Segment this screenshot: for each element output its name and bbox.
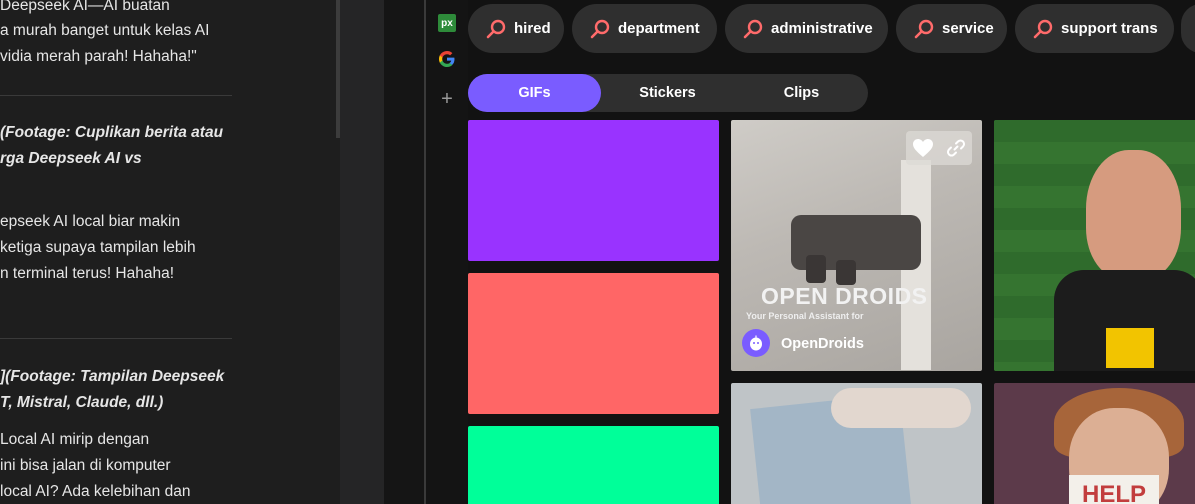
search-chip-service[interactable]: service [896, 4, 1007, 53]
search-icon [486, 19, 506, 38]
media-type-tabs: GIFs Stickers Clips [468, 74, 868, 112]
article-divider [0, 338, 232, 339]
search-chip-overflow[interactable] [1181, 4, 1195, 53]
article-line: a murah banget untuk kelas AI [0, 22, 210, 39]
gif-result-placeholder[interactable] [468, 426, 719, 504]
article-line: (Footage: Cuplikan berita atau [0, 124, 224, 141]
gif-scene-element [1086, 150, 1181, 280]
gif-owner-name[interactable]: OpenDroids [781, 336, 864, 352]
window-gap [384, 0, 426, 504]
tab-gifs[interactable]: GIFs [468, 74, 601, 112]
gif-brand-tagline: Your Personal Assistant for [746, 311, 864, 321]
chip-label: department [618, 20, 700, 37]
chip-label: support trans [1061, 20, 1158, 37]
gif-scene-element [1106, 328, 1154, 368]
gif-result-help-sign[interactable]: HELP [994, 383, 1195, 504]
droid-avatar-icon [750, 335, 762, 351]
gif-sign-text: HELP [1069, 475, 1159, 504]
article-line: rga Deepseek AI vs [0, 150, 142, 167]
avatar[interactable] [742, 329, 770, 357]
search-icon [590, 19, 610, 38]
gif-panel: hired department administrative service … [468, 0, 1195, 504]
extension-rail: px + [426, 0, 468, 504]
article-line: ketiga supaya tampilan lebih [0, 239, 196, 256]
search-chip-hired[interactable]: hired [468, 4, 564, 53]
article-line: Deepseek AI—AI buatan [0, 0, 170, 14]
article-line: local AI? Ada kelebihan dan [0, 483, 191, 500]
search-icon [743, 19, 763, 38]
article-line: ](Footage: Tampilan Deepseek [0, 368, 225, 385]
article-line: vidia merah parah! Hahaha!" [0, 48, 197, 65]
editor-gutter [340, 0, 384, 504]
tab-stickers[interactable]: Stickers [601, 74, 734, 112]
gif-result-placeholder[interactable] [468, 273, 719, 414]
search-icon [914, 19, 934, 38]
gif-scene-element [836, 260, 856, 285]
add-icon[interactable]: + [438, 87, 456, 110]
heart-icon[interactable] [912, 138, 934, 158]
article-line: epseek AI local biar makin [0, 213, 181, 230]
chip-label: hired [514, 20, 551, 37]
chip-label: administrative [771, 20, 873, 37]
article-line: Local AI mirip dengan [0, 431, 150, 448]
gif-scene-element [806, 255, 826, 283]
gif-result-placeholder[interactable] [468, 120, 719, 261]
google-logo [439, 51, 455, 67]
chip-label: service [942, 20, 994, 37]
search-icon [1033, 19, 1053, 38]
pixabay-icon[interactable]: px [438, 14, 456, 32]
gif-result-paper[interactable] [731, 383, 982, 504]
article-line: ini bisa jalan di komputer [0, 457, 171, 474]
gif-result-referee[interactable] [994, 120, 1195, 371]
article-divider [0, 95, 232, 96]
gif-result-opendroids[interactable]: OPEN DROIDS Your Personal Assistant for … [731, 120, 982, 371]
pixabay-glyph: px [441, 17, 453, 29]
article-line: T, Mistral, Claude, dll.) [0, 394, 164, 411]
search-chip-department[interactable]: department [572, 4, 717, 53]
gif-scene-element [831, 388, 971, 428]
tab-clips[interactable]: Clips [735, 74, 868, 112]
article-pane: Deepseek AI—AI buatan a murah banget unt… [0, 0, 340, 504]
article-line: n terminal terus! Hahaha! [0, 265, 175, 282]
search-chip-administrative[interactable]: administrative [725, 4, 888, 53]
gif-actions [906, 131, 972, 165]
add-glyph: + [441, 87, 453, 110]
link-icon[interactable] [946, 138, 966, 158]
gif-brand-title: OPEN DROIDS [761, 283, 928, 309]
search-chip-support-trans[interactable]: support trans [1015, 4, 1174, 53]
google-icon[interactable] [438, 50, 456, 68]
